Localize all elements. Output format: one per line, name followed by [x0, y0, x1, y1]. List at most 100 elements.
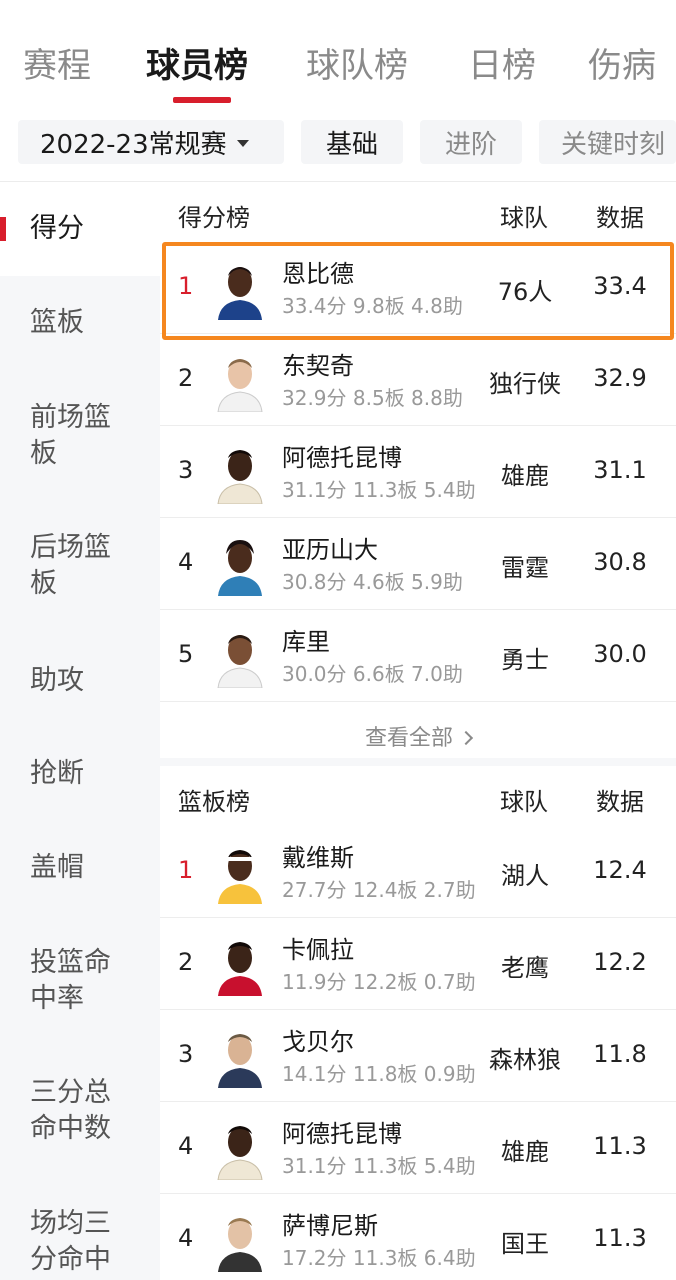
sidebar-item-points[interactable]: 得分 — [0, 182, 160, 276]
tab-schedule[interactable]: 赛程 — [23, 38, 91, 87]
section-title: 篮板榜 — [178, 788, 250, 816]
section-title: 得分榜 — [178, 204, 250, 232]
team-name: 雄鹿 — [501, 462, 549, 490]
rankings-panel: 得分榜 球队 数据 1 恩比德 33.4分 9.8板 4.8助 76人 33.4… — [160, 182, 676, 1280]
player-name: 阿德托昆博 — [282, 444, 402, 472]
stat-value: 33.4 — [593, 272, 647, 300]
table-row[interactable]: 1 戴维斯 27.7分 12.4板 2.7助 湖人 12.4 — [160, 826, 676, 918]
table-row[interactable]: 5 库里 30.0分 6.6板 7.0助 勇士 30.0 — [160, 610, 676, 702]
filter-bar: 2022-23常规赛 基础 进阶 关键时刻 — [0, 110, 676, 182]
stat-value: 30.0 — [593, 640, 647, 668]
caret-down-icon — [236, 139, 249, 147]
rank: 1 — [178, 272, 194, 300]
table-row[interactable]: 3 戈贝尔 14.1分 11.8板 0.9助 森林狼 11.8 — [160, 1010, 676, 1102]
team-name: 勇士 — [501, 646, 549, 674]
team-name: 森林狼 — [489, 1046, 561, 1074]
player-stats: 31.1分 11.3板 5.4助 — [282, 1154, 476, 1178]
table-row[interactable]: 3 阿德托昆博 31.1分 11.3板 5.4助 雄鹿 31.1 — [160, 426, 676, 518]
player-photo — [212, 440, 268, 504]
player-name: 库里 — [282, 628, 330, 656]
season-dropdown[interactable]: 2022-23常规赛 — [18, 120, 284, 164]
player-name: 亚历山大 — [282, 536, 378, 564]
player-photo — [212, 1024, 268, 1088]
active-tab-indicator — [173, 97, 231, 103]
view-all-link[interactable]: 查看全部 — [160, 702, 676, 766]
player-stats: 14.1分 11.8板 0.9助 — [282, 1062, 476, 1086]
table-row[interactable]: 4 亚历山大 30.8分 4.6板 5.9助 雷霆 30.8 — [160, 518, 676, 610]
player-name: 戴维斯 — [282, 844, 354, 872]
tab-daily-rankings[interactable]: 日榜 — [468, 38, 536, 87]
column-value: 数据 — [596, 788, 644, 816]
sidebar-item-fg-percentage[interactable]: 投篮命中率 — [0, 945, 160, 1017]
tab-team-rankings[interactable]: 球队榜 — [306, 38, 408, 87]
rank: 2 — [178, 364, 194, 392]
table-row[interactable]: 1 恩比德 33.4分 9.8板 4.8助 76人 33.4 — [160, 242, 676, 334]
team-name: 老鹰 — [501, 954, 549, 982]
player-stats: 27.7分 12.4板 2.7助 — [282, 878, 476, 902]
player-name: 戈贝尔 — [282, 1028, 354, 1056]
column-team: 球队 — [500, 204, 548, 232]
player-stats: 32.9分 8.5板 8.8助 — [282, 386, 463, 410]
sidebar-item-blocks[interactable]: 盖帽 — [0, 850, 160, 886]
stat-value: 11.8 — [593, 1040, 647, 1068]
rank: 3 — [178, 1040, 194, 1068]
season-label: 2022-23常规赛 — [40, 129, 227, 160]
player-name: 萨博尼斯 — [282, 1212, 378, 1240]
stat-value: 32.9 — [593, 364, 647, 392]
tab-injuries[interactable]: 伤病 — [588, 38, 656, 87]
team-name: 76人 — [497, 278, 553, 306]
section-header-points: 得分榜 球队 数据 — [160, 182, 676, 242]
chip-clutch[interactable]: 关键时刻 — [539, 120, 676, 164]
column-value: 数据 — [596, 204, 644, 232]
stat-value: 31.1 — [593, 456, 647, 484]
sidebar-item-steals[interactable]: 抢断 — [0, 756, 160, 792]
sidebar-item-offensive-rebounds[interactable]: 前场篮板 — [0, 400, 160, 472]
player-photo — [212, 256, 268, 320]
player-photo — [212, 624, 268, 688]
table-row[interactable]: 2 卡佩拉 11.9分 12.2板 0.7助 老鹰 12.2 — [160, 918, 676, 1010]
table-row[interactable]: 2 东契奇 32.9分 8.5板 8.8助 独行侠 32.9 — [160, 334, 676, 426]
rank: 2 — [178, 948, 194, 976]
team-name: 雄鹿 — [501, 1138, 549, 1166]
team-name: 独行侠 — [489, 370, 561, 398]
player-stats: 33.4分 9.8板 4.8助 — [282, 294, 463, 318]
view-all-label: 查看全部 — [364, 726, 453, 751]
player-photo — [212, 348, 268, 412]
player-stats: 11.9分 12.2板 0.7助 — [282, 970, 476, 994]
table-row[interactable]: 4 阿德托昆博 31.1分 11.3板 5.4助 雄鹿 11.3 — [160, 1102, 676, 1194]
team-name: 湖人 — [501, 862, 549, 890]
player-stats: 30.8分 4.6板 5.9助 — [282, 570, 463, 594]
stat-value: 30.8 — [593, 548, 647, 576]
stat-value: 12.4 — [593, 856, 647, 884]
table-row[interactable]: 4 萨博尼斯 17.2分 11.3板 6.4助 国王 11.3 — [160, 1194, 676, 1280]
team-name: 国王 — [501, 1230, 549, 1258]
stat-value: 11.3 — [593, 1224, 647, 1252]
sidebar-item-three-pointers-made[interactable]: 三分总命中数 — [0, 1075, 160, 1147]
player-name: 东契奇 — [282, 352, 354, 380]
sidebar-item-rebounds[interactable]: 篮板 — [0, 305, 160, 341]
player-photo — [212, 1208, 268, 1272]
rank: 4 — [178, 548, 194, 576]
player-photo — [212, 1116, 268, 1180]
player-stats: 30.0分 6.6板 7.0助 — [282, 662, 463, 686]
tab-player-rankings[interactable]: 球员榜 — [146, 38, 248, 87]
sidebar-item-three-pointers-per-game[interactable]: 场均三分命中 — [0, 1206, 160, 1278]
stat-value: 12.2 — [593, 948, 647, 976]
column-team: 球队 — [500, 788, 548, 816]
sidebar-item-defensive-rebounds[interactable]: 后场篮板 — [0, 530, 160, 602]
chip-advanced[interactable]: 进阶 — [420, 120, 522, 164]
rank: 4 — [178, 1224, 194, 1252]
sidebar-item-label: 得分 — [30, 213, 84, 244]
chevron-right-icon — [458, 730, 474, 746]
sidebar-item-assists[interactable]: 助攻 — [0, 663, 160, 699]
stat-value: 11.3 — [593, 1132, 647, 1160]
player-photo — [212, 532, 268, 596]
player-stats: 31.1分 11.3板 5.4助 — [282, 478, 476, 502]
player-name: 阿德托昆博 — [282, 1120, 402, 1148]
player-stats: 17.2分 11.3板 6.4助 — [282, 1246, 476, 1270]
rank: 3 — [178, 456, 194, 484]
section-header-rebounds: 篮板榜 球队 数据 — [160, 766, 676, 826]
chip-basic[interactable]: 基础 — [301, 120, 403, 164]
player-name: 卡佩拉 — [282, 936, 354, 964]
rank: 1 — [178, 856, 194, 884]
